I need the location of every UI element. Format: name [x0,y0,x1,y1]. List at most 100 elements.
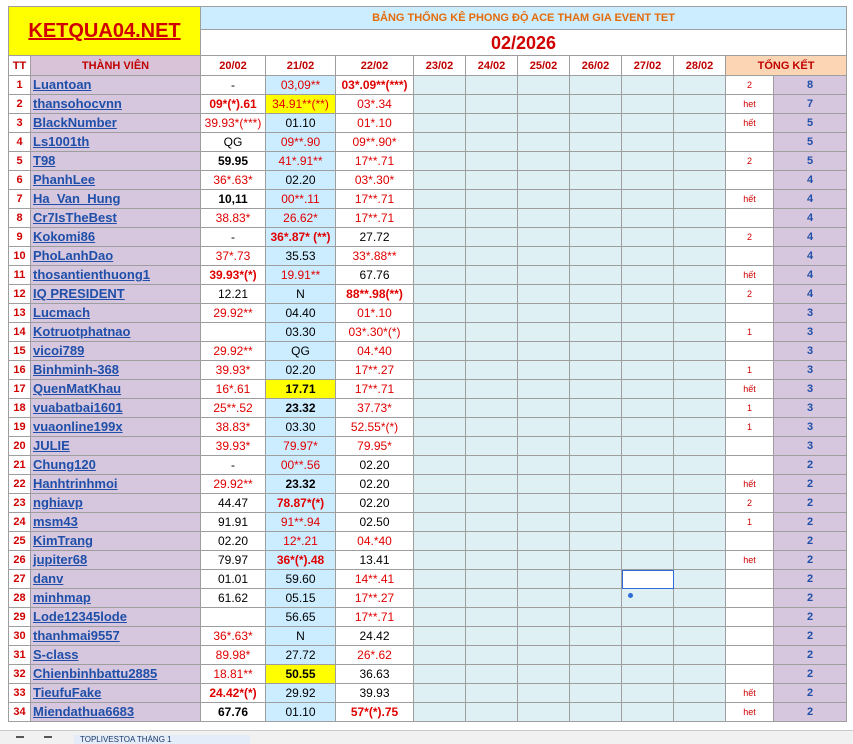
total-cell[interactable]: 2 [772,702,848,722]
result-cell[interactable]: 17**.71 [335,607,414,627]
empty-cell[interactable] [621,436,674,456]
result-cell[interactable]: 26.62* [265,208,336,228]
empty-cell[interactable] [621,75,674,95]
total-cell[interactable]: 2 [772,607,848,627]
empty-cell[interactable] [465,246,518,266]
empty-cell[interactable] [413,683,466,703]
member-name-link[interactable]: thansohocvnn [30,94,201,114]
empty-cell[interactable] [673,303,726,323]
empty-cell[interactable] [621,702,674,722]
note-cell[interactable]: het [725,94,774,114]
total-cell[interactable]: 4 [772,189,848,209]
empty-cell[interactable] [621,303,674,323]
empty-cell[interactable] [673,474,726,494]
empty-cell[interactable] [673,455,726,475]
result-cell[interactable]: - [200,227,266,247]
empty-cell[interactable] [413,113,466,133]
empty-cell[interactable] [413,474,466,494]
empty-cell[interactable] [569,626,622,646]
selection-fill-handle[interactable] [628,593,633,598]
empty-cell[interactable] [413,455,466,475]
result-cell[interactable]: 02.50 [335,512,414,532]
empty-cell[interactable] [569,208,622,228]
empty-cell[interactable] [465,75,518,95]
empty-cell[interactable] [413,360,466,380]
note-cell[interactable] [725,664,774,684]
empty-cell[interactable] [465,170,518,190]
empty-cell[interactable] [621,379,674,399]
note-cell[interactable]: het [725,550,774,570]
empty-cell[interactable] [517,569,570,589]
empty-cell[interactable] [413,132,466,152]
note-cell[interactable]: 2 [725,284,774,304]
empty-cell[interactable] [413,512,466,532]
empty-cell[interactable] [413,208,466,228]
empty-cell[interactable] [621,607,674,627]
result-cell[interactable]: 17**.71 [335,208,414,228]
total-cell[interactable]: 5 [772,113,848,133]
empty-cell[interactable] [673,265,726,285]
empty-cell[interactable] [673,341,726,361]
empty-cell[interactable] [465,360,518,380]
empty-cell[interactable] [569,531,622,551]
result-cell[interactable] [200,607,266,627]
empty-cell[interactable] [673,170,726,190]
empty-cell[interactable] [465,474,518,494]
empty-cell[interactable] [517,189,570,209]
member-name-link[interactable]: IQ PRESIDENT [30,284,201,304]
member-name-link[interactable]: KimTrang [30,531,201,551]
note-cell[interactable]: hết [725,474,774,494]
member-name-link[interactable]: QuenMatKhau [30,379,201,399]
empty-cell[interactable] [413,75,466,95]
empty-cell[interactable] [673,227,726,247]
note-cell[interactable]: hết [725,379,774,399]
result-cell[interactable]: 79.97* [265,436,336,456]
empty-cell[interactable] [517,284,570,304]
note-cell[interactable] [725,303,774,323]
empty-cell[interactable] [569,265,622,285]
result-cell[interactable]: 57*(*).75 [335,702,414,722]
result-cell[interactable]: 38.83* [200,208,266,228]
empty-cell[interactable] [673,607,726,627]
empty-cell[interactable] [621,493,674,513]
member-name-link[interactable]: JULIE [30,436,201,456]
note-cell[interactable] [725,208,774,228]
empty-cell[interactable] [413,493,466,513]
result-cell[interactable]: 23.32 [265,474,336,494]
total-cell[interactable]: 2 [772,550,848,570]
total-cell[interactable]: 3 [772,341,848,361]
empty-cell[interactable] [413,531,466,551]
member-name-link[interactable]: thanhmai9557 [30,626,201,646]
result-cell[interactable]: 29.92** [200,303,266,323]
result-cell[interactable] [200,322,266,342]
empty-cell[interactable] [465,455,518,475]
empty-cell[interactable] [465,322,518,342]
member-name-link[interactable]: PhanhLee [30,170,201,190]
empty-cell[interactable] [673,588,726,608]
result-cell[interactable]: 35.53 [265,246,336,266]
result-cell[interactable]: 29.92** [200,341,266,361]
empty-cell[interactable] [413,94,466,114]
empty-cell[interactable] [517,379,570,399]
member-name-link[interactable]: Cr7IsTheBest [30,208,201,228]
empty-cell[interactable] [517,455,570,475]
empty-cell[interactable] [465,569,518,589]
result-cell[interactable]: 14**.41 [335,569,414,589]
note-cell[interactable]: hết [725,265,774,285]
empty-cell[interactable] [517,474,570,494]
note-cell[interactable]: 2 [725,227,774,247]
result-cell[interactable]: 39.93*(*) [200,265,266,285]
result-cell[interactable]: 78.87*(*) [265,493,336,513]
empty-cell[interactable] [517,436,570,456]
result-cell[interactable]: 00**.56 [265,455,336,475]
note-cell[interactable]: hết [725,189,774,209]
total-cell[interactable]: 2 [772,683,848,703]
empty-cell[interactable] [413,265,466,285]
note-cell[interactable]: 2 [725,493,774,513]
empty-cell[interactable] [413,664,466,684]
note-cell[interactable]: 1 [725,398,774,418]
empty-cell[interactable] [621,227,674,247]
site-logo[interactable]: KETQUA04.NET [8,6,201,56]
empty-cell[interactable] [517,94,570,114]
result-cell[interactable]: - [200,455,266,475]
